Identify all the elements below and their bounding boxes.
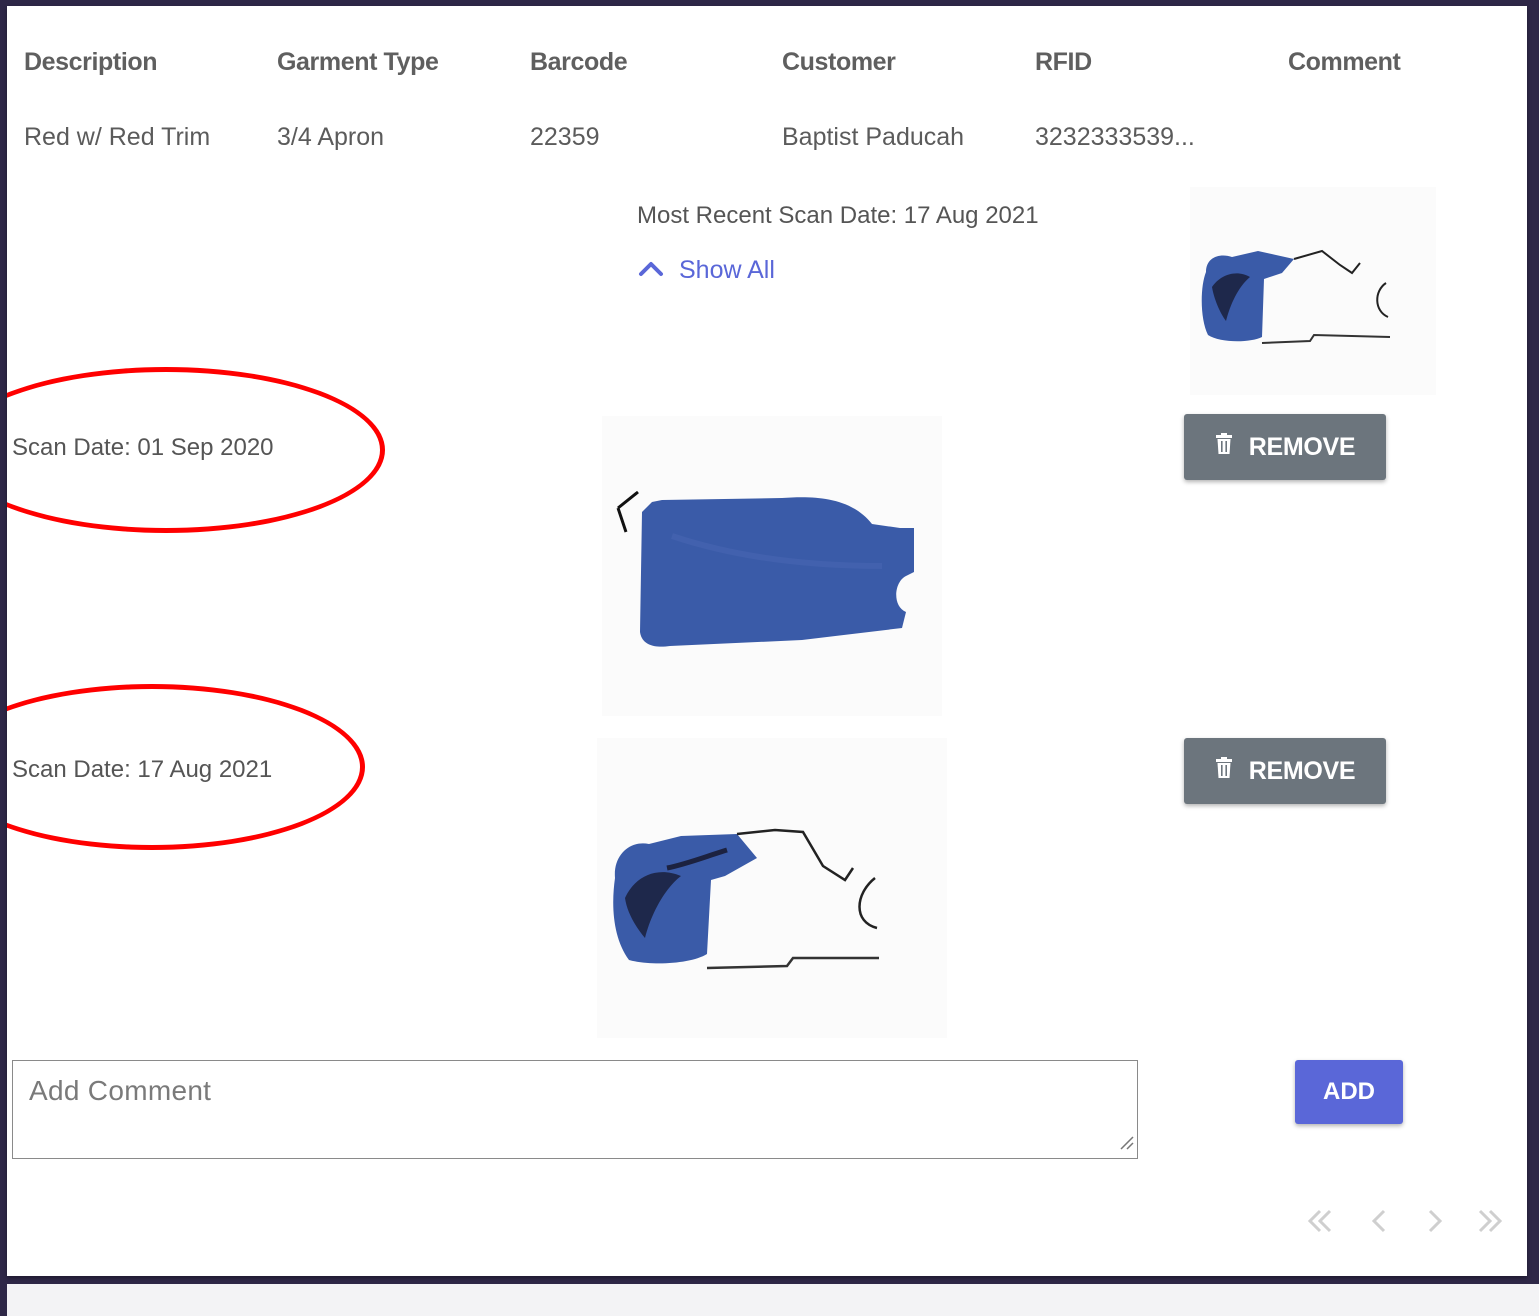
most-recent-scan-date: Most Recent Scan Date: 17 Aug 2021: [637, 202, 1039, 229]
resize-grip-icon[interactable]: [1117, 1133, 1135, 1156]
scan-garment-image[interactable]: [597, 738, 947, 1038]
column-header-comment[interactable]: Comment: [1288, 48, 1401, 77]
most-recent-garment-image[interactable]: [1190, 187, 1436, 395]
show-all-toggle[interactable]: Show All: [637, 252, 775, 288]
remove-scan-button[interactable]: REMOVE: [1184, 414, 1386, 480]
cell-garment-type: 3/4 Apron: [277, 123, 385, 151]
chevron-left-icon[interactable]: [1365, 1206, 1395, 1241]
scan-date-label: Scan Date: 17 Aug 2021: [12, 756, 273, 783]
footer-band: [7, 1284, 1539, 1316]
scan-garment-image[interactable]: [602, 416, 942, 716]
comment-placeholder: Add Comment: [29, 1075, 212, 1106]
remove-label: REMOVE: [1248, 432, 1356, 461]
column-header-rfid[interactable]: RFID: [1035, 48, 1092, 77]
column-header-garment-type[interactable]: Garment Type: [277, 48, 439, 77]
remove-label: REMOVE: [1248, 756, 1356, 785]
cell-customer: Baptist Paducah: [782, 123, 965, 151]
remove-scan-button[interactable]: REMOVE: [1184, 738, 1386, 804]
double-chevron-left-icon[interactable]: [1305, 1206, 1335, 1241]
cell-rfid: 3232333539...: [1035, 123, 1195, 151]
column-header-description[interactable]: Description: [24, 48, 158, 77]
trash-icon: [1215, 756, 1233, 786]
double-chevron-right-icon[interactable]: [1475, 1206, 1505, 1241]
cell-description: Red w/ Red Trim: [24, 123, 211, 151]
show-all-label: Show All: [679, 255, 775, 284]
chevron-up-icon: [637, 258, 665, 283]
chevron-right-icon[interactable]: [1419, 1206, 1449, 1241]
scan-history-card: Description Garment Type Barcode Custome…: [7, 6, 1527, 1276]
trash-icon: [1215, 432, 1233, 462]
add-comment-button[interactable]: ADD: [1295, 1060, 1403, 1124]
column-header-barcode[interactable]: Barcode: [530, 48, 628, 77]
column-header-customer[interactable]: Customer: [782, 48, 896, 77]
cell-barcode: 22359: [530, 123, 600, 151]
scan-date-label: Scan Date: 01 Sep 2020: [12, 434, 274, 461]
add-comment-textarea[interactable]: Add Comment: [12, 1060, 1138, 1159]
